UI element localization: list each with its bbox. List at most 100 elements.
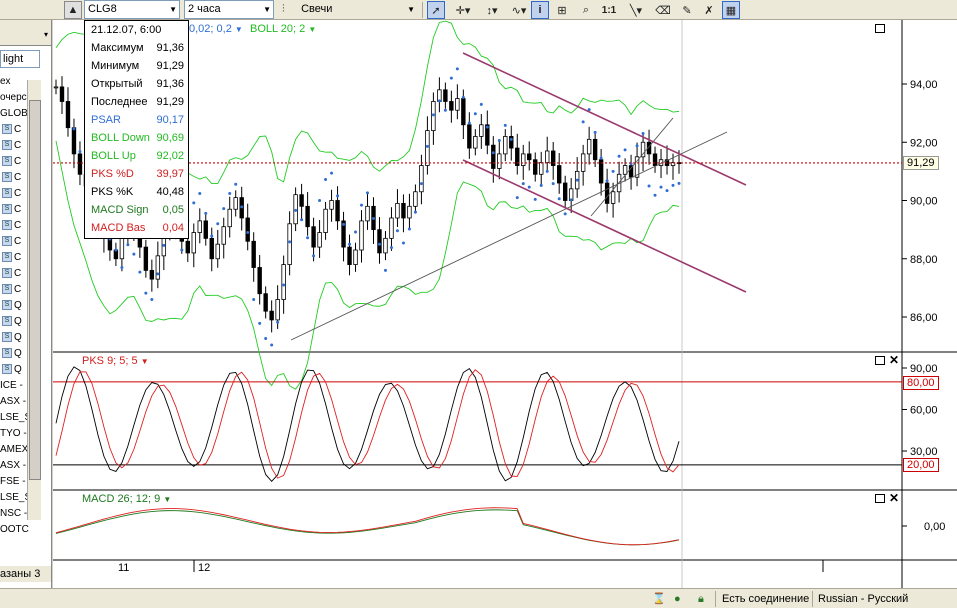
psar-dot xyxy=(222,207,226,211)
data-row-label: PKS %K xyxy=(91,186,134,198)
list-item[interactable]: ASX - xyxy=(0,458,51,474)
data-row-value: 0,04 xyxy=(162,222,184,234)
chart-style-combo[interactable]: ⫶ Свечи ▼ xyxy=(278,0,418,19)
list-item[interactable]: AMEX xyxy=(0,442,51,458)
list-item[interactable]: FSE - xyxy=(0,474,51,490)
down-candle xyxy=(533,159,538,175)
dropdown-icon[interactable]: ▾ xyxy=(44,30,48,39)
zoom-in-icon[interactable]: ⌕ xyxy=(577,1,595,19)
list-item[interactable]: SC xyxy=(0,234,51,250)
draw-tool-icon[interactable]: ✎ xyxy=(678,1,696,19)
data-window: 21.12.07, 6:00 Максимум 91,36 Минимум 91,29 О… xyxy=(84,20,189,239)
boll-label[interactable]: BOLL 20; 2 ▼ xyxy=(250,23,316,35)
macd-label[interactable]: MACD 26; 12; 9 ▼ xyxy=(82,493,171,505)
psar-dot xyxy=(431,113,435,117)
data-window-row: Последнее 91,29 xyxy=(85,93,188,111)
down-candle xyxy=(263,293,268,312)
grid-icon[interactable]: ▦ xyxy=(722,1,740,19)
trading-terminal-window: ▲ CLG8 ▼ 2 часа ▼ ⫶ Свечи ▼ ➚ ✛▾ ↕▾ ∿▾ i… xyxy=(0,0,957,608)
up-candle xyxy=(227,208,232,228)
maximize-pane-icon[interactable] xyxy=(875,24,885,33)
list-item[interactable]: SC xyxy=(0,202,51,218)
list-item[interactable]: очерсс xyxy=(0,90,51,106)
search-input[interactable]: light xyxy=(0,50,40,68)
info-icon[interactable]: i xyxy=(531,1,549,19)
list-item[interactable]: SQ xyxy=(0,346,51,362)
wave-tool-icon[interactable]: ∿▾ xyxy=(507,1,531,19)
maximize-pane-icon[interactable] xyxy=(875,356,885,365)
list-item[interactable]: SC xyxy=(0,218,51,234)
status-separator xyxy=(715,591,716,607)
stoch-label[interactable]: PKS 9; 5; 5 ▼ xyxy=(82,355,149,367)
data-row-label: PKS %D xyxy=(91,168,134,180)
cursor-icon[interactable]: ➚ xyxy=(427,1,445,19)
list-item[interactable]: SC xyxy=(0,266,51,282)
list-item[interactable]: LSE_S xyxy=(0,410,51,426)
list-item[interactable]: ICE - xyxy=(0,378,51,394)
sidebar-bottom-tab[interactable]: азаны 3 xyxy=(0,566,51,582)
data-row-label: Максимум xyxy=(91,42,144,54)
data-row-value: 91,29 xyxy=(156,96,184,108)
maximize-pane-icon[interactable] xyxy=(875,494,885,503)
down-candle xyxy=(443,89,448,102)
list-item[interactable]: TYO - xyxy=(0,426,51,442)
data-row-label: MACD Bas xyxy=(91,222,146,234)
list-item[interactable]: SQ xyxy=(0,314,51,330)
data-window-row: Минимум 91,29 xyxy=(85,57,188,75)
zoom-1to1-button[interactable]: 1:1 xyxy=(598,1,620,19)
eraser-icon[interactable]: ⌫ xyxy=(654,1,672,19)
up-candle xyxy=(413,191,418,207)
zoom-icon[interactable]: ⊞ xyxy=(553,1,571,19)
list-item[interactable]: SC xyxy=(0,154,51,170)
psar-dot xyxy=(659,185,663,189)
connection-icon: ● xyxy=(674,593,681,605)
list-item[interactable]: ASX - xyxy=(0,394,51,410)
psar-dot xyxy=(234,182,238,186)
list-item[interactable]: SQ xyxy=(0,298,51,314)
list-item[interactable]: SQ xyxy=(0,362,51,378)
instrument-icon: S xyxy=(2,124,12,135)
data-row-value: 91,29 xyxy=(156,60,184,72)
list-item[interactable]: SC xyxy=(0,170,51,186)
psar-dot xyxy=(533,197,537,201)
list-item[interactable]: OOTC xyxy=(0,522,51,538)
list-item-label: C xyxy=(14,268,22,279)
list-item[interactable]: SC xyxy=(0,250,51,266)
interval-combo[interactable]: 2 часа ▼ xyxy=(184,0,274,19)
instrument-icon: S xyxy=(2,172,12,183)
symbol-combo[interactable]: CLG8 ▼ xyxy=(84,0,180,19)
list-item[interactable]: SC xyxy=(0,122,51,138)
list-item[interactable]: GLOB xyxy=(0,106,51,122)
up-candle xyxy=(419,165,424,193)
sidebar-scrollbar[interactable] xyxy=(27,80,41,520)
trendline-icon[interactable]: ╲▾ xyxy=(624,1,648,19)
scrollbar-thumb[interactable] xyxy=(29,100,41,480)
down-candle xyxy=(401,203,406,219)
list-item[interactable]: SC xyxy=(0,138,51,154)
properties-icon[interactable]: ✗ xyxy=(700,1,718,19)
psar-dot xyxy=(210,234,214,238)
down-candle xyxy=(562,182,568,201)
wave-tool-icon[interactable]: ↕▾ xyxy=(480,1,504,19)
list-item[interactable]: SQ xyxy=(0,330,51,346)
psar-label[interactable]: 0,02; 0,2 ▼ xyxy=(189,23,243,35)
psar-dot xyxy=(635,144,639,148)
data-window-row: PSAR 90,17 xyxy=(85,111,188,129)
list-item[interactable]: NSC - xyxy=(0,506,51,522)
close-pane-icon[interactable]: ✕ xyxy=(889,354,899,366)
up-candle xyxy=(221,226,226,245)
up-arrow-icon[interactable]: ▲ xyxy=(64,1,82,19)
psar-dot xyxy=(366,191,369,195)
psar-dot xyxy=(156,272,160,276)
list-item[interactable]: ex xyxy=(0,74,51,90)
up-candle xyxy=(383,237,388,254)
psar-dot xyxy=(264,337,268,341)
list-item[interactable]: SC xyxy=(0,186,51,202)
list-item[interactable]: SC xyxy=(0,282,51,298)
list-item[interactable]: LSE_S xyxy=(0,490,51,506)
crosshair-icon[interactable]: ✛▾ xyxy=(451,1,475,19)
psar-dot xyxy=(455,67,459,71)
data-row-label: BOLL Up xyxy=(91,150,136,162)
psar-dot xyxy=(437,99,441,103)
close-pane-icon[interactable]: ✕ xyxy=(889,492,899,504)
